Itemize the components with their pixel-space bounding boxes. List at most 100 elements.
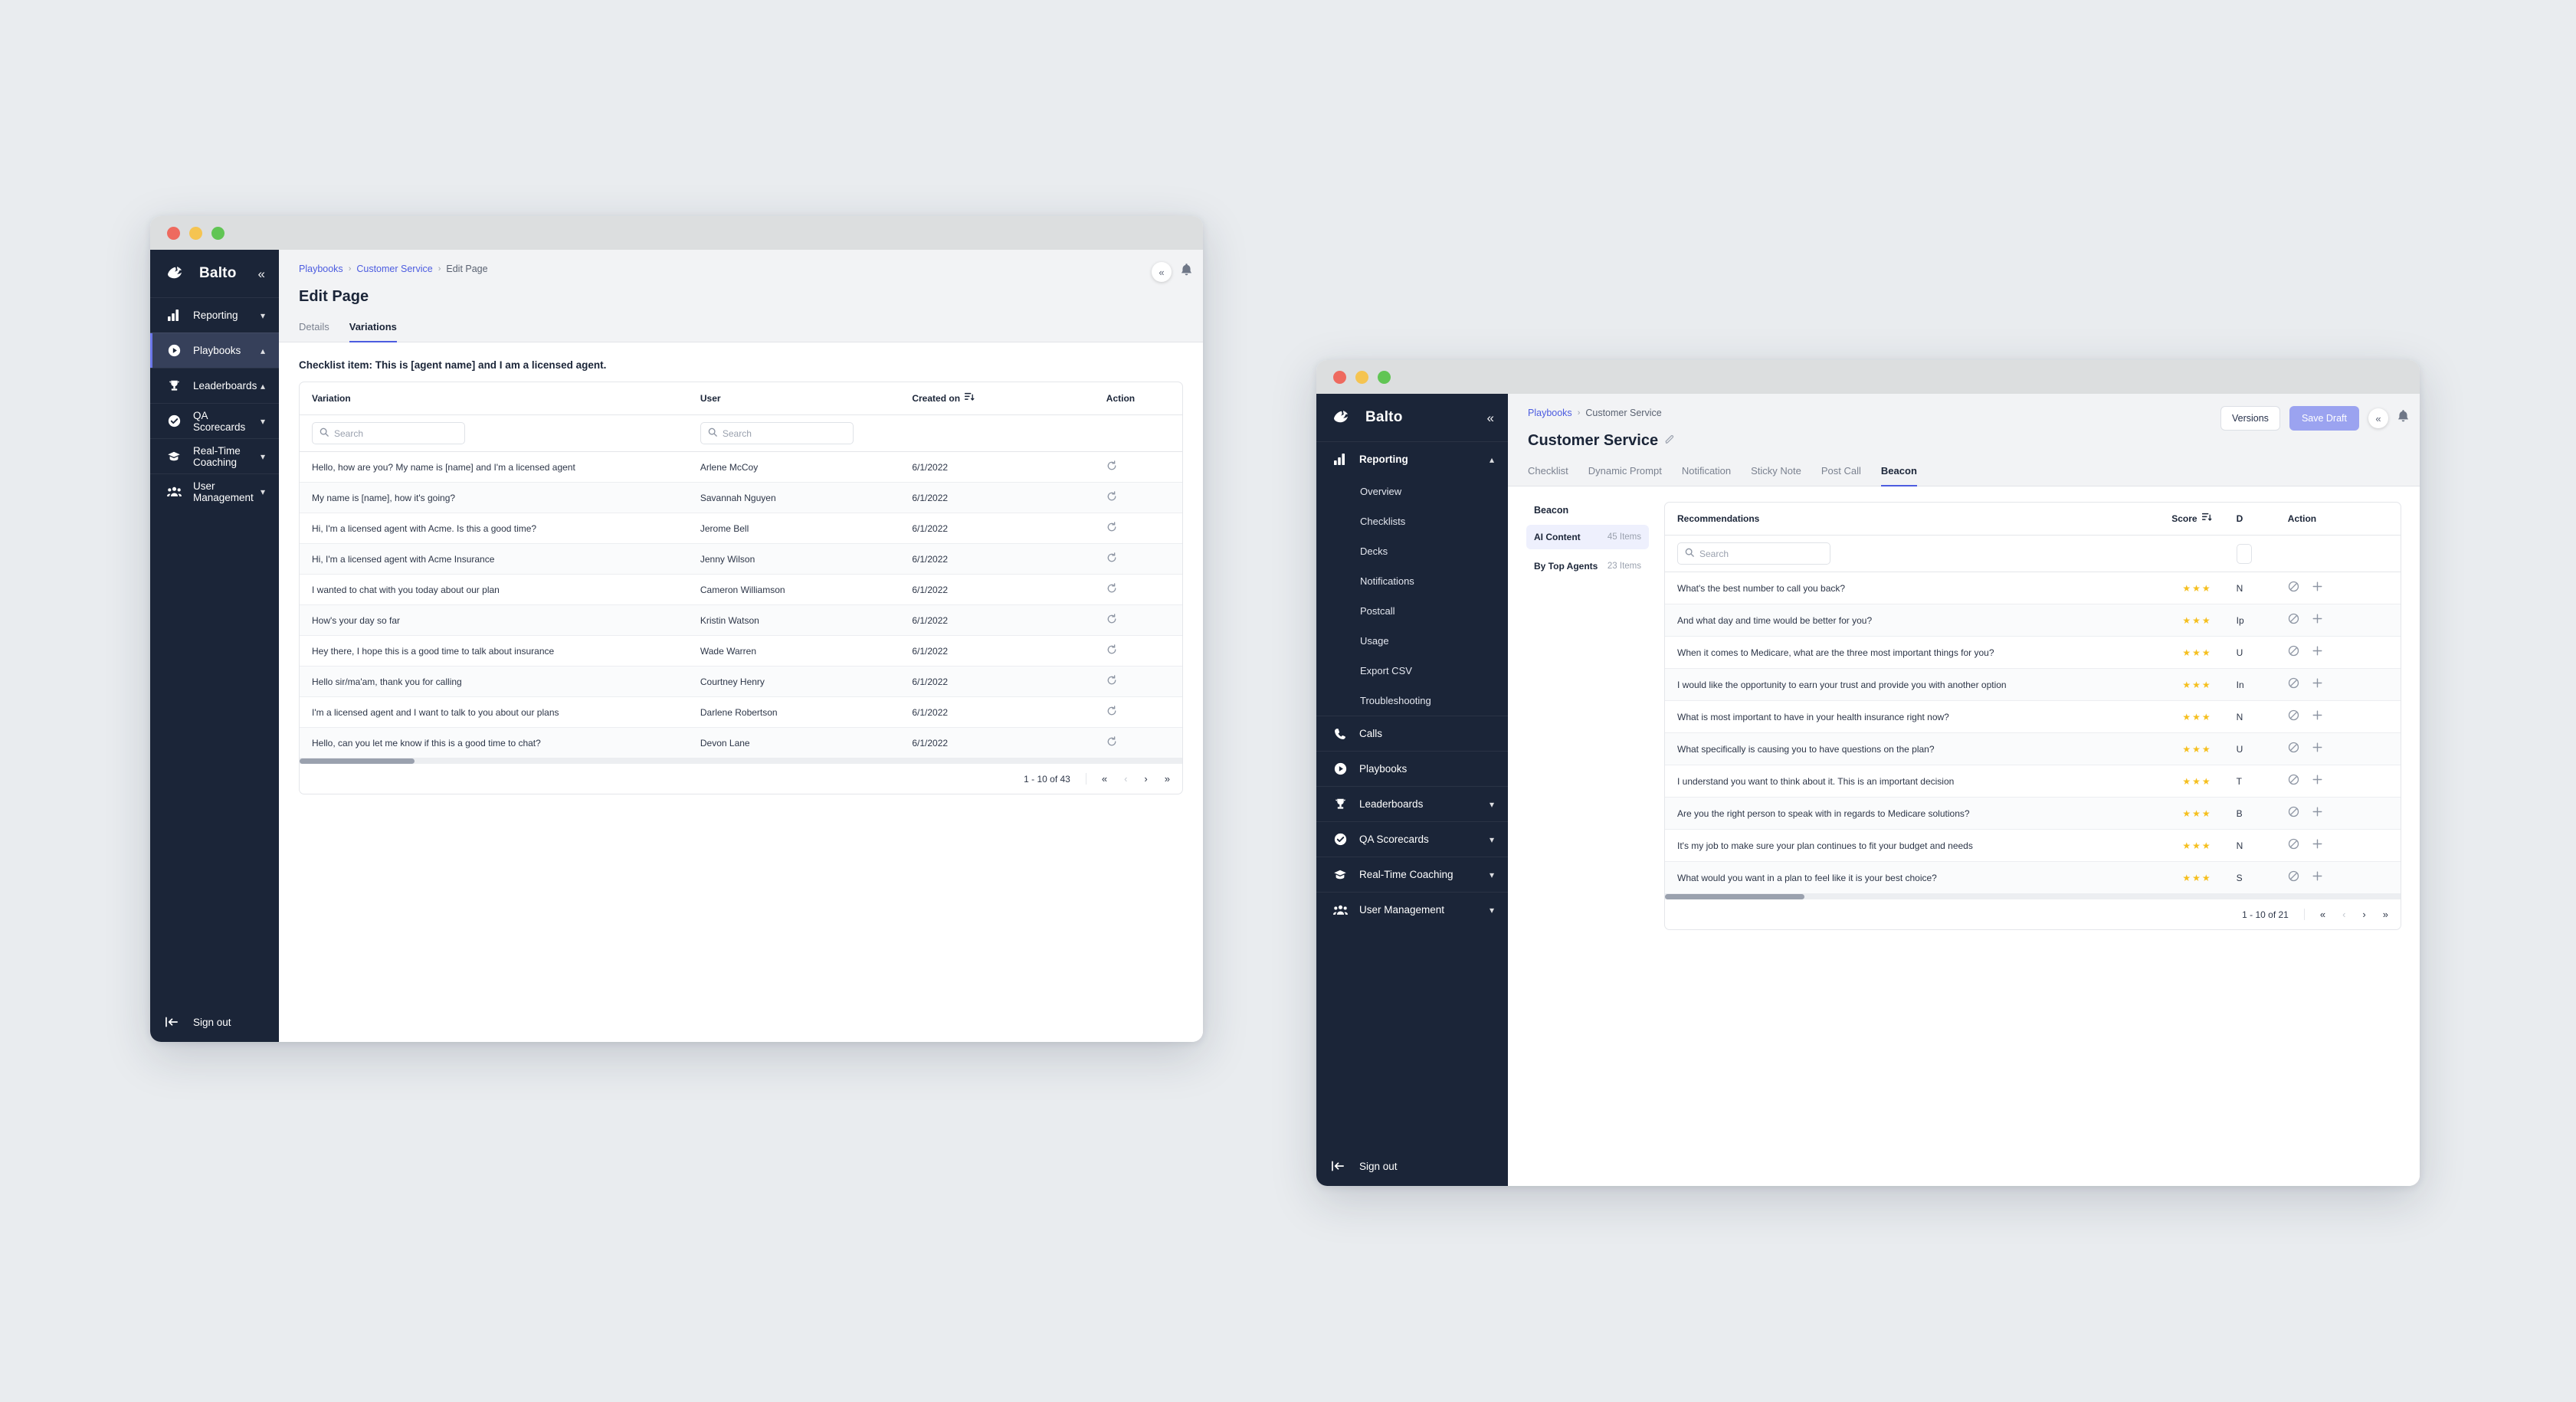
table-row[interactable]: How's your day so far Kristin Watson 6/1/2… xyxy=(300,604,1182,636)
block-icon[interactable] xyxy=(2288,709,2299,724)
sidebar-item-playbooks[interactable]: Playbooks ▴ xyxy=(150,332,279,368)
column-header-variation[interactable]: Variation xyxy=(300,382,688,415)
recommendations-search-field[interactable] xyxy=(1699,548,1823,559)
versions-button[interactable]: Versions xyxy=(2220,406,2280,431)
user-search-input-field[interactable] xyxy=(722,427,846,439)
breadcrumb-playbooks[interactable]: Playbooks xyxy=(1528,408,1572,418)
block-icon[interactable] xyxy=(2288,742,2299,756)
sidebar-subitem-decks[interactable]: Decks xyxy=(1316,536,1508,566)
variation-search-input-field[interactable] xyxy=(334,427,457,439)
table-row[interactable]: And what day and time would be better fo… xyxy=(1665,604,2401,637)
horizontal-scrollbar[interactable] xyxy=(300,758,1182,764)
window-maximize-button[interactable] xyxy=(211,226,224,240)
sort-descending-icon[interactable] xyxy=(965,392,975,405)
table-row[interactable]: I wanted to chat with you today about ou… xyxy=(300,574,1182,605)
table-row[interactable]: Hey there, I hope this is a good time to… xyxy=(300,635,1182,667)
table-row[interactable]: I'm a licensed agent and I want to talk … xyxy=(300,696,1182,728)
window-titlebar-right[interactable] xyxy=(1316,360,2420,394)
beacon-item-ai-content[interactable]: AI Content 45 Items xyxy=(1526,525,1649,549)
save-draft-button[interactable]: Save Draft xyxy=(2289,406,2359,431)
chevron-down-icon[interactable]: ▾ xyxy=(1490,834,1494,845)
column-header-score[interactable]: Score xyxy=(2128,503,2224,536)
window-close-button[interactable] xyxy=(167,226,180,240)
sidebar-item-calls[interactable]: Calls xyxy=(1316,716,1508,751)
plus-icon[interactable] xyxy=(2312,742,2323,756)
sidebar-item-reporting[interactable]: Reporting ▾ xyxy=(150,297,279,332)
pagination-prev-button[interactable]: ‹ xyxy=(1124,773,1127,785)
sign-out-button[interactable]: Sign out xyxy=(1316,1146,1508,1186)
plus-icon[interactable] xyxy=(2312,677,2323,692)
pagination-prev-button[interactable]: ‹ xyxy=(2342,909,2345,920)
restore-icon[interactable] xyxy=(1106,522,1117,535)
bell-icon[interactable] xyxy=(2397,410,2409,427)
restore-icon[interactable] xyxy=(1106,736,1117,749)
chevron-down-icon[interactable]: ▾ xyxy=(261,486,265,497)
sidebar-collapse-icon[interactable]: « xyxy=(1487,411,1494,424)
table-row[interactable]: Hi, I'm a licensed agent with Acme Insur… xyxy=(300,543,1182,575)
restore-icon[interactable] xyxy=(1106,491,1117,504)
block-icon[interactable] xyxy=(2288,838,2299,853)
sidebar-subitem-overview[interactable]: Overview xyxy=(1316,477,1508,506)
pagination-last-button[interactable]: » xyxy=(2383,909,2388,920)
plus-icon[interactable] xyxy=(2312,581,2323,595)
sidebar-item-qa-scorecards[interactable]: QA Scorecards ▾ xyxy=(1316,821,1508,857)
panel-collapse-icon[interactable]: « xyxy=(2368,408,2388,428)
table-row[interactable]: Hello, how are you? My name is [name] an… xyxy=(300,451,1182,483)
plus-icon[interactable] xyxy=(2312,838,2323,853)
chevron-up-icon[interactable]: ▴ xyxy=(261,381,265,391)
sidebar-item-user-management[interactable]: User Management ▾ xyxy=(1316,892,1508,927)
table-row[interactable]: What would you want in a plan to feel li… xyxy=(1665,861,2401,894)
sidebar-item-real-time-coaching[interactable]: Real-Time Coaching ▾ xyxy=(150,438,279,473)
breadcrumb-customer-service[interactable]: Customer Service xyxy=(356,264,432,274)
window-minimize-button[interactable] xyxy=(189,226,202,240)
beacon-item-by-top-agents[interactable]: By Top Agents 23 Items xyxy=(1526,554,1649,578)
sort-descending-icon[interactable] xyxy=(2201,513,2212,525)
restore-icon[interactable] xyxy=(1106,644,1117,657)
tab-sticky-note[interactable]: Sticky Note xyxy=(1751,465,1801,486)
table-row[interactable]: I would like the opportunity to earn you… xyxy=(1665,668,2401,701)
block-icon[interactable] xyxy=(2288,581,2299,595)
restore-icon[interactable] xyxy=(1106,706,1117,719)
chevron-down-icon[interactable]: ▾ xyxy=(261,451,265,462)
sidebar-subitem-checklists[interactable]: Checklists xyxy=(1316,506,1508,536)
panel-collapse-icon[interactable]: « xyxy=(1152,262,1172,282)
sidebar-subitem-troubleshooting[interactable]: Troubleshooting xyxy=(1316,686,1508,716)
sidebar-subitem-notifications[interactable]: Notifications xyxy=(1316,566,1508,596)
sidebar-item-reporting[interactable]: Reporting ▴ xyxy=(1316,441,1508,477)
sidebar-item-leaderboards[interactable]: Leaderboards ▴ xyxy=(150,368,279,403)
table-row[interactable]: Hello sir/ma'am, thank you for calling Co… xyxy=(300,666,1182,697)
sidebar-item-user-management[interactable]: User Management ▾ xyxy=(150,473,279,509)
chevron-down-icon[interactable]: ▾ xyxy=(1490,905,1494,916)
table-row[interactable]: Hi, I'm a licensed agent with Acme. Is t… xyxy=(300,513,1182,544)
pagination-first-button[interactable]: « xyxy=(1102,773,1107,785)
table-row[interactable]: Are you the right person to speak with i… xyxy=(1665,797,2401,830)
pagination-first-button[interactable]: « xyxy=(2320,909,2325,920)
plus-icon[interactable] xyxy=(2312,645,2323,660)
block-icon[interactable] xyxy=(2288,645,2299,660)
column-header-created-on[interactable]: Created on xyxy=(900,382,1094,415)
table-row[interactable]: What is most important to have in your h… xyxy=(1665,700,2401,733)
restore-icon[interactable] xyxy=(1106,675,1117,688)
block-icon[interactable] xyxy=(2288,806,2299,821)
tab-post-call[interactable]: Post Call xyxy=(1821,465,1861,486)
tab-checklist[interactable]: Checklist xyxy=(1528,465,1568,486)
plus-icon[interactable] xyxy=(2312,709,2323,724)
window-titlebar-left[interactable] xyxy=(150,216,1203,250)
d-filter-input[interactable] xyxy=(2236,543,2252,564)
user-search-input[interactable] xyxy=(700,422,854,444)
table-row[interactable]: What's the best number to call you back?… xyxy=(1665,572,2401,604)
table-row[interactable]: Hello, can you let me know if this is a … xyxy=(300,727,1182,758)
pencil-icon[interactable] xyxy=(1665,434,1674,447)
variation-search-input[interactable] xyxy=(312,422,465,444)
chevron-up-icon[interactable]: ▴ xyxy=(1490,454,1494,465)
sidebar-item-qa-scorecards[interactable]: QA Scorecards ▾ xyxy=(150,403,279,438)
sidebar-item-real-time-coaching[interactable]: Real-Time Coaching ▾ xyxy=(1316,857,1508,892)
sidebar-subitem-export-csv[interactable]: Export CSV xyxy=(1316,656,1508,686)
scrollbar-thumb[interactable] xyxy=(1665,894,1805,899)
pagination-next-button[interactable]: › xyxy=(2362,909,2365,920)
chevron-down-icon[interactable]: ▾ xyxy=(1490,799,1494,810)
table-row[interactable]: When it comes to Medicare, what are the … xyxy=(1665,636,2401,669)
chevron-down-icon[interactable]: ▾ xyxy=(1490,870,1494,880)
plus-icon[interactable] xyxy=(2312,613,2323,627)
sidebar-item-leaderboards[interactable]: Leaderboards ▾ xyxy=(1316,786,1508,821)
